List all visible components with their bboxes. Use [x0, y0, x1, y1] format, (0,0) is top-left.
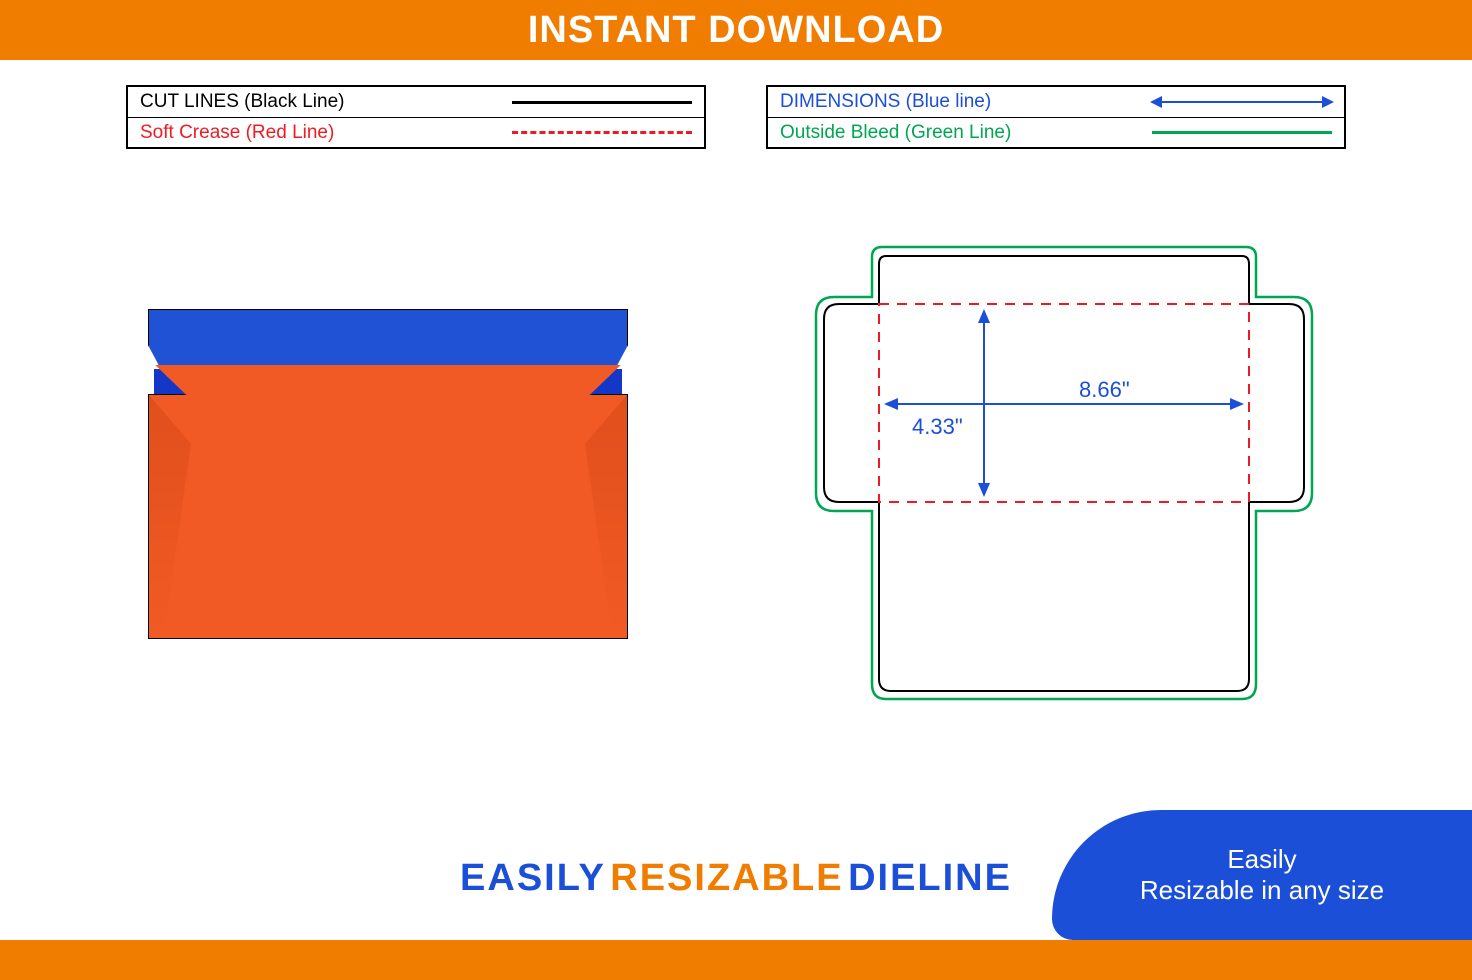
banner-title: INSTANT DOWNLOAD: [528, 9, 944, 52]
legend-box-left: CUT LINES (Black Line) Soft Crease (Red …: [126, 85, 706, 149]
legend-bleed: Outside Bleed (Green Line): [768, 117, 1344, 147]
dieline-template: 4.33" 8.66": [804, 239, 1324, 709]
footer-resizable: RESIZABLE: [610, 857, 843, 899]
legend-container: CUT LINES (Black Line) Soft Crease (Red …: [0, 85, 1472, 149]
legend-label: CUT LINES (Black Line): [140, 91, 512, 113]
legend-cut-lines: CUT LINES (Black Line): [128, 87, 704, 117]
envelope-top-edge-icon: [148, 365, 628, 395]
legend-label: Soft Crease (Red Line): [140, 122, 512, 144]
footer-easily: EASILY: [460, 857, 606, 899]
sample-cut-icon: [512, 92, 692, 112]
envelope-fold-right-icon: [585, 395, 627, 638]
swoosh-badge: Easily Resizable in any size: [1052, 810, 1472, 940]
bottom-bar: [0, 940, 1472, 980]
dim-width-label: 8.66": [1079, 377, 1130, 403]
swoosh-line2: Resizable in any size: [1140, 875, 1384, 906]
envelope-3d-preview: [148, 309, 628, 639]
main-content: 4.33" 8.66": [0, 239, 1472, 709]
dim-height-label: 4.33": [912, 414, 963, 440]
footer-dieline: DIELINE: [848, 857, 1012, 899]
legend-box-right: DIMENSIONS (Blue line) Outside Bleed (Gr…: [766, 85, 1346, 149]
legend-label: DIMENSIONS (Blue line): [780, 91, 1152, 113]
sample-crease-icon: [512, 123, 692, 143]
legend-soft-crease: Soft Crease (Red Line): [128, 117, 704, 147]
envelope-fold-left-icon: [149, 395, 191, 638]
top-banner: INSTANT DOWNLOAD: [0, 0, 1472, 60]
swoosh-line1: Easily: [1227, 844, 1296, 875]
legend-label: Outside Bleed (Green Line): [780, 122, 1152, 144]
dieline-svg-icon: [804, 239, 1324, 709]
envelope-body-icon: [148, 394, 628, 639]
sample-bleed-icon: [1152, 123, 1332, 143]
sample-dimension-icon: [1152, 92, 1332, 112]
legend-dimensions: DIMENSIONS (Blue line): [768, 87, 1344, 117]
